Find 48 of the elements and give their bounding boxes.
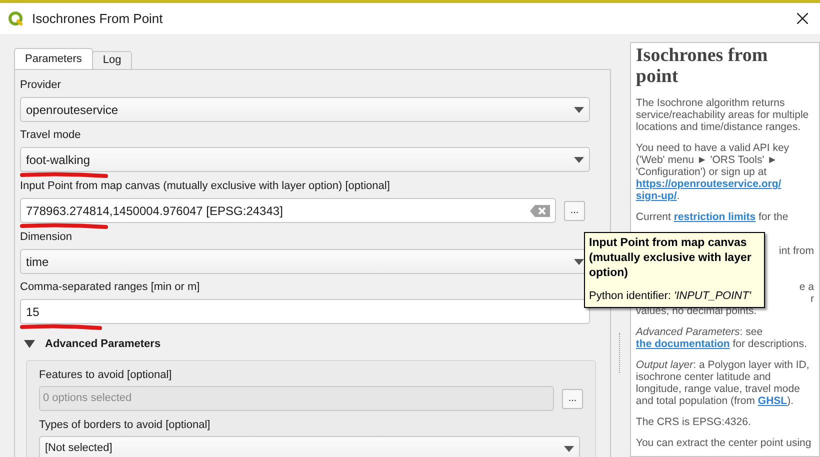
- tab[interactable]: Parameters: [14, 48, 93, 70]
- help-link[interactable]: https://openrouteservice.org/: [636, 178, 782, 190]
- help-text-fragment: e a: [799, 281, 814, 293]
- dropdown[interactable]: [Not selected]: [39, 436, 580, 457]
- browse-button[interactable]: ...: [564, 200, 585, 220]
- coordinate-field[interactable]: 778963.274814,1450004.976047 [EPSG:24343]: [20, 198, 556, 223]
- section-title: Advanced Parameters: [45, 336, 161, 352]
- help-text-fragment: int from: [778, 245, 814, 257]
- field-label: Provider: [20, 78, 62, 92]
- help-paragraph: Advanced Parameters: see the documentation for descriptions.: [636, 326, 808, 350]
- help-paragraph: The Isochrone algorithm returns service/reachability areas for multiple locations and time/distance ranges.: [636, 97, 810, 133]
- field-label: Types of borders to avoid [optional]: [39, 418, 212, 431]
- field-label: Comma-separated ranges [min or m]: [20, 280, 201, 294]
- help-paragraph: You can extract the center point using: [636, 437, 812, 449]
- tooltip-identifier: 'INPUT_POINT': [674, 290, 751, 302]
- browse-button[interactable]: ...: [562, 388, 583, 408]
- ranges-field[interactable]: 15: [20, 299, 590, 324]
- app-logo-icon: [8, 10, 24, 26]
- tab[interactable]: Log: [92, 51, 132, 70]
- dropdown-arrow-icon: [574, 106, 584, 112]
- dropdown-arrow-icon: [564, 446, 574, 452]
- help-text-fragment: values, no decimal points.: [636, 305, 757, 317]
- help-link[interactable]: sign-up/: [636, 190, 677, 202]
- help-link[interactable]: the documentation: [636, 338, 730, 350]
- help-paragraph: The CRS is EPSG:4326.: [636, 416, 752, 428]
- help-paragraph: You need to have a valid API key ('Web' menu ► 'ORS Tools' ► 'Configuration') or sign up at https://openrouteservice.org/ sign-up/.: [636, 142, 790, 202]
- clear-icon[interactable]: [530, 204, 550, 216]
- dropdown[interactable]: openrouteservice: [20, 97, 590, 122]
- features-field: 0 options selected: [39, 386, 554, 411]
- help-link[interactable]: GHSL: [758, 395, 788, 407]
- collapse-arrow-icon[interactable]: [24, 340, 35, 348]
- field-label: Dimension: [20, 230, 73, 244]
- help-title: Isochrones from point: [636, 45, 769, 87]
- dropdown[interactable]: foot-walking: [20, 147, 590, 172]
- tooltip-text: Python identifier:: [589, 290, 672, 302]
- help-text-fragment: r: [810, 293, 814, 305]
- close-icon[interactable]: [797, 13, 808, 24]
- field-label: Features to avoid [optional]: [39, 368, 173, 381]
- dropdown-arrow-icon: [574, 258, 584, 264]
- help-link[interactable]: restriction limits: [674, 211, 756, 223]
- window-title: Isochrones From Point: [32, 10, 163, 28]
- tooltip-title: Input Point from map canvas (mutually exclusive with layer option): [589, 236, 752, 281]
- field-label: Travel mode: [20, 128, 82, 142]
- dropdown-arrow-icon: [574, 156, 584, 162]
- help-paragraph: Current restriction limits for the: [636, 211, 790, 223]
- field-label: Input Point from map canvas (mutually exclusive with layer option) [optional]: [20, 179, 391, 193]
- help-paragraph: Output layer: a Polygon layer with ID, isochrone center latitude and longitude, range value, travel mode and total population (from GHSL).: [636, 359, 810, 407]
- splitter-handle[interactable]: [618, 332, 621, 372]
